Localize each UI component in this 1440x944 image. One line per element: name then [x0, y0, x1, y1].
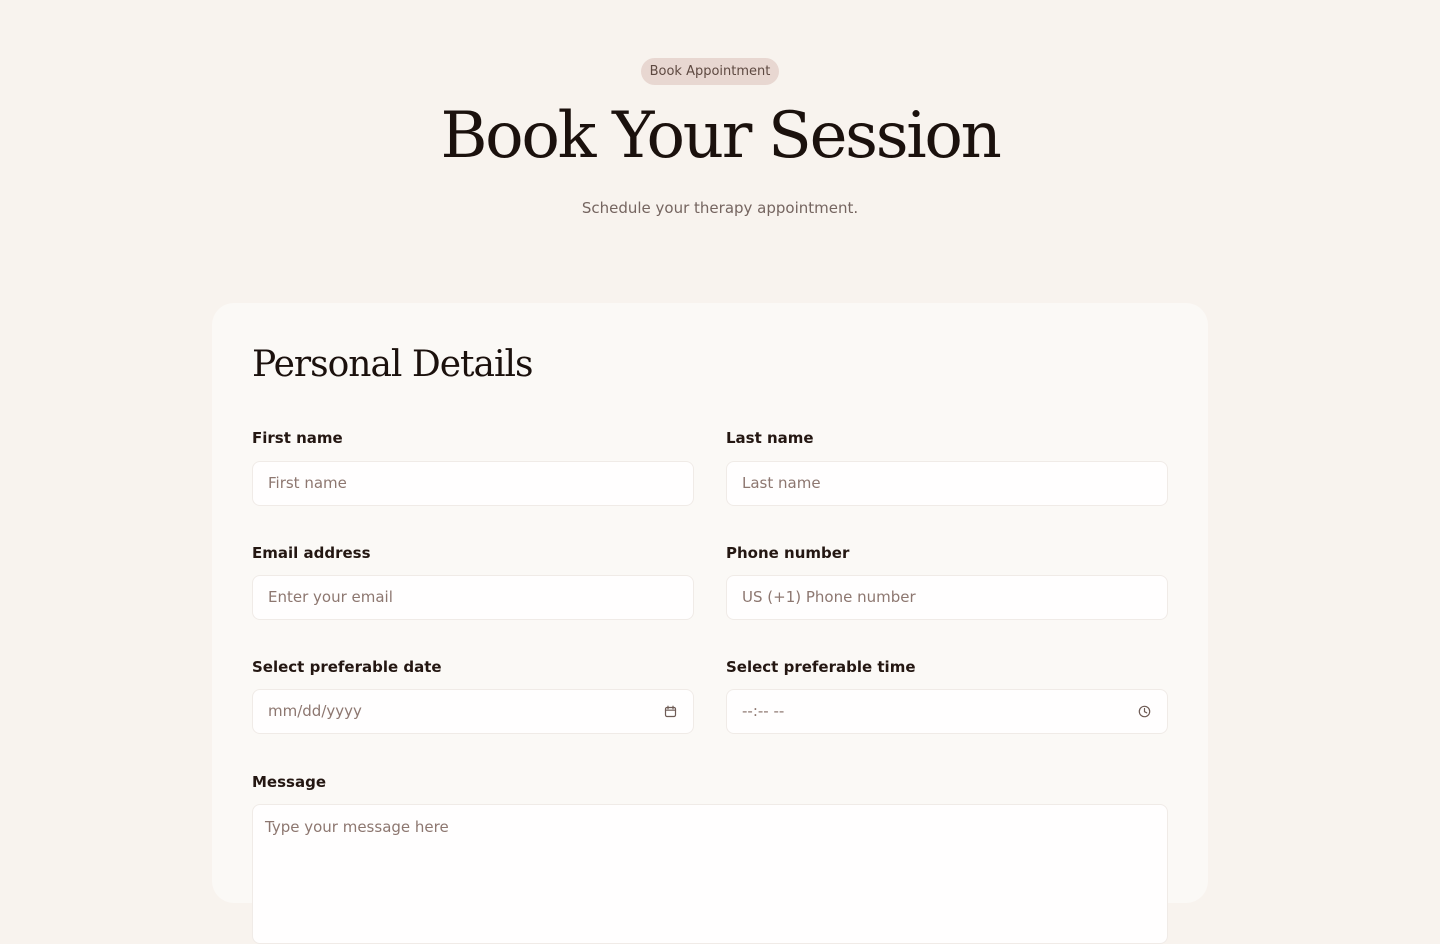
last-name-label: Last name — [726, 429, 814, 447]
phone-input[interactable]: US (+1) Phone number — [726, 575, 1168, 620]
phone-placeholder: US (+1) Phone number — [742, 588, 916, 606]
email-label: Email address — [252, 544, 371, 562]
calendar-icon[interactable] — [664, 705, 677, 718]
email-placeholder: Enter your email — [268, 588, 393, 606]
page-title: Book Your Session — [440, 99, 1001, 173]
time-placeholder: --:-- -- — [742, 702, 785, 720]
date-input[interactable]: mm/dd/yyyy — [252, 689, 694, 734]
phone-label: Phone number — [726, 544, 850, 562]
book-appointment-badge: Book Appointment — [641, 58, 779, 85]
first-name-input[interactable]: First name — [252, 461, 694, 506]
first-name-label: First name — [252, 429, 343, 447]
message-placeholder: Type your message here — [265, 818, 449, 836]
last-name-placeholder: Last name — [742, 474, 821, 492]
appointment-form-card: Personal Details First name First name L… — [212, 303, 1208, 944]
time-input[interactable]: --:-- -- — [726, 689, 1168, 734]
first-name-placeholder: First name — [268, 474, 347, 492]
message-textarea[interactable]: Type your message here — [252, 804, 1168, 944]
page-subtitle: Schedule your therapy appointment. — [581, 199, 859, 217]
personal-details-title: Personal Details — [252, 344, 533, 385]
message-label: Message — [252, 773, 326, 791]
last-name-input[interactable]: Last name — [726, 461, 1168, 506]
date-label: Select preferable date — [252, 658, 442, 676]
date-placeholder: mm/dd/yyyy — [268, 702, 362, 720]
email-input[interactable]: Enter your email — [252, 575, 694, 620]
clock-icon[interactable] — [1138, 705, 1151, 718]
time-label: Select preferable time — [726, 658, 916, 676]
